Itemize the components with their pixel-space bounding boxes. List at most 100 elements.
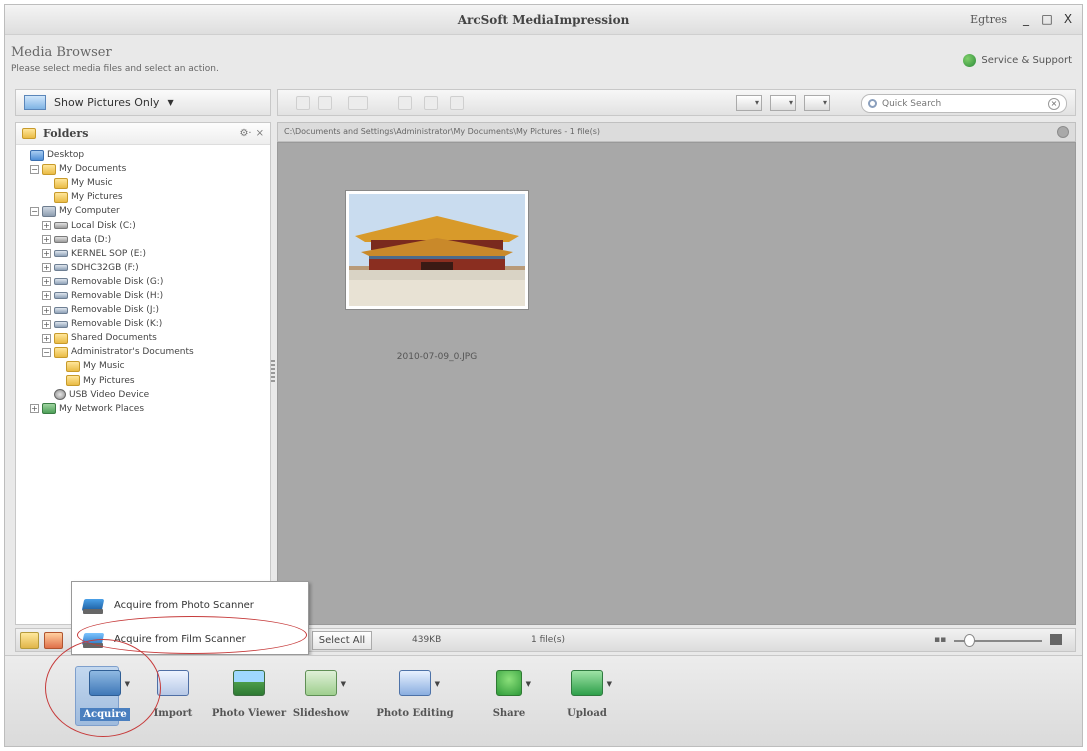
view-mode-icon[interactable]: ▾	[736, 95, 762, 111]
tree-node[interactable]: + Shared Documents	[16, 331, 270, 345]
action-label: Acquire	[80, 708, 130, 721]
close-button[interactable]: X	[1062, 12, 1074, 26]
tree-node[interactable]: − My Documents	[16, 162, 270, 176]
clear-search-icon[interactable]: ×	[1048, 97, 1060, 110]
rotate-right-icon[interactable]	[318, 96, 332, 110]
chevron-down-icon[interactable]: ▼	[125, 680, 130, 688]
tree-expander-icon[interactable]: +	[42, 235, 51, 245]
tree-node-label: Removable Disk (G:)	[71, 276, 164, 287]
tree-expander-icon[interactable]: +	[30, 404, 39, 414]
tree-expander-icon[interactable]: +	[42, 305, 51, 315]
tree-expander-icon[interactable]: −	[42, 347, 51, 357]
tree-node[interactable]: + Removable Disk (K:)	[16, 317, 270, 331]
search-input[interactable]	[882, 98, 1043, 109]
tree-node[interactable]: USB Video Device	[16, 388, 270, 402]
tree-expander-icon[interactable]: +	[42, 291, 51, 301]
film-scanner-icon	[82, 629, 104, 649]
zoom-icon[interactable]	[398, 96, 412, 110]
thumbnail-filename: 2010-07-09_0.JPG	[396, 352, 478, 362]
chevron-down-icon[interactable]: ▼	[341, 680, 346, 688]
tree-node[interactable]: My Music	[16, 176, 270, 190]
show-pictures-dropdown[interactable]: Show Pictures Only ▼	[15, 89, 271, 116]
computer-icon	[42, 205, 56, 217]
drive-icon	[54, 236, 68, 244]
tree-node-label: KERNEL SOP (E:)	[71, 248, 146, 259]
service-support-link[interactable]: Service & Support	[963, 54, 1072, 67]
photo-editing-button[interactable]: ▼ Photo Editing	[375, 670, 455, 719]
removable-icon	[54, 250, 68, 258]
action-label: Share	[492, 708, 526, 719]
globe-icon	[963, 54, 977, 67]
folders-close-button[interactable]: ×	[256, 128, 264, 139]
tree-node[interactable]: + Local Disk (C:)	[16, 218, 270, 232]
folder-icon	[22, 128, 36, 139]
folders-options-button[interactable]: ⚙·	[239, 128, 251, 139]
tree-node[interactable]: Desktop	[16, 148, 270, 162]
service-support-label: Service & Support	[981, 55, 1072, 66]
properties-icon[interactable]	[424, 96, 438, 110]
small-thumbnails-icon[interactable]: ▪▪	[934, 635, 946, 645]
maximize-button[interactable]: □	[1041, 12, 1053, 26]
sort-order-icon[interactable]: ▾	[770, 95, 796, 111]
tree-node[interactable]: + data (D:)	[16, 233, 270, 247]
minimize-button[interactable]: _	[1020, 12, 1032, 26]
photo-viewer-button[interactable]: Photo Viewer	[209, 670, 289, 719]
palace-photo	[349, 194, 525, 306]
tree-node[interactable]: + Removable Disk (H:)	[16, 289, 270, 303]
large-thumbnails-icon[interactable]	[1050, 634, 1062, 645]
tree-node[interactable]: + KERNEL SOP (E:)	[16, 247, 270, 261]
folder-icon	[42, 163, 56, 175]
folder-icon	[54, 332, 68, 344]
tree-node[interactable]: + SDHC32GB (F:)	[16, 261, 270, 275]
tree-node[interactable]: + Removable Disk (G:)	[16, 275, 270, 289]
tree-node[interactable]: My Pictures	[16, 374, 270, 388]
language-label[interactable]: Egtres	[970, 13, 1007, 26]
path-options-icon[interactable]	[1057, 126, 1069, 138]
tree-node[interactable]: My Music	[16, 359, 270, 373]
tree-node[interactable]: My Pictures	[16, 190, 270, 204]
desktop-icon	[30, 149, 44, 161]
share-button[interactable]: ▼ Share	[469, 670, 549, 719]
chevron-down-icon: ▼	[167, 98, 174, 107]
slideshow-button[interactable]: ▼ Slideshow	[281, 670, 361, 719]
tree-node-label: Local Disk (C:)	[71, 220, 136, 231]
tree-expander-icon[interactable]: −	[30, 164, 39, 174]
delete-icon[interactable]	[450, 96, 464, 110]
tree-node[interactable]: − My Computer	[16, 204, 270, 218]
app-title: ArcSoft MediaImpression	[457, 13, 630, 27]
folder-icon	[54, 177, 68, 189]
tree-expander-icon[interactable]: +	[42, 277, 51, 287]
tree-expander-icon[interactable]: +	[42, 319, 51, 329]
tree-node[interactable]: + My Network Places	[16, 402, 270, 416]
tree-node-label: My Documents	[59, 164, 127, 175]
photo-thumbnail[interactable]	[345, 190, 529, 310]
sort-icon[interactable]	[348, 96, 368, 110]
chevron-down-icon[interactable]: ▼	[607, 680, 612, 688]
tree-node-label: SDHC32GB (F:)	[71, 262, 139, 273]
import-button[interactable]: Import	[133, 670, 213, 719]
current-path: C:\Documents and Settings\Administrator\…	[284, 127, 601, 136]
page-title: Media Browser	[11, 45, 112, 60]
tree-expander-icon[interactable]: +	[42, 263, 51, 273]
rotate-left-icon[interactable]	[296, 96, 310, 110]
tray-icon[interactable]	[44, 632, 63, 649]
menu-item-photo-scanner[interactable]: Acquire from Photo Scanner	[72, 590, 308, 620]
menu-item-film-scanner[interactable]: Acquire from Film Scanner	[72, 624, 308, 654]
browser-toolbar: ▾ ▾ ▾ ×	[277, 89, 1076, 116]
quick-search-box[interactable]: ×	[861, 94, 1067, 113]
tree-expander-icon[interactable]: −	[30, 206, 39, 216]
group-by-icon[interactable]: ▾	[804, 95, 830, 111]
slider-handle[interactable]	[964, 634, 975, 647]
upload-button[interactable]: ▼ Upload	[547, 670, 627, 719]
select-all-button[interactable]: Select All	[312, 631, 372, 650]
tree-expander-icon[interactable]: +	[42, 249, 51, 259]
tree-node[interactable]: − Administrator's Documents	[16, 345, 270, 359]
tree-node[interactable]: + Removable Disk (J:)	[16, 303, 270, 317]
folder-view-icon[interactable]	[20, 632, 39, 649]
tree-expander-icon[interactable]: +	[42, 221, 51, 231]
splitter-handle[interactable]	[271, 360, 275, 384]
tree-expander-icon[interactable]: +	[42, 333, 51, 343]
chevron-down-icon[interactable]: ▼	[526, 680, 531, 688]
chevron-down-icon[interactable]: ▼	[435, 680, 440, 688]
